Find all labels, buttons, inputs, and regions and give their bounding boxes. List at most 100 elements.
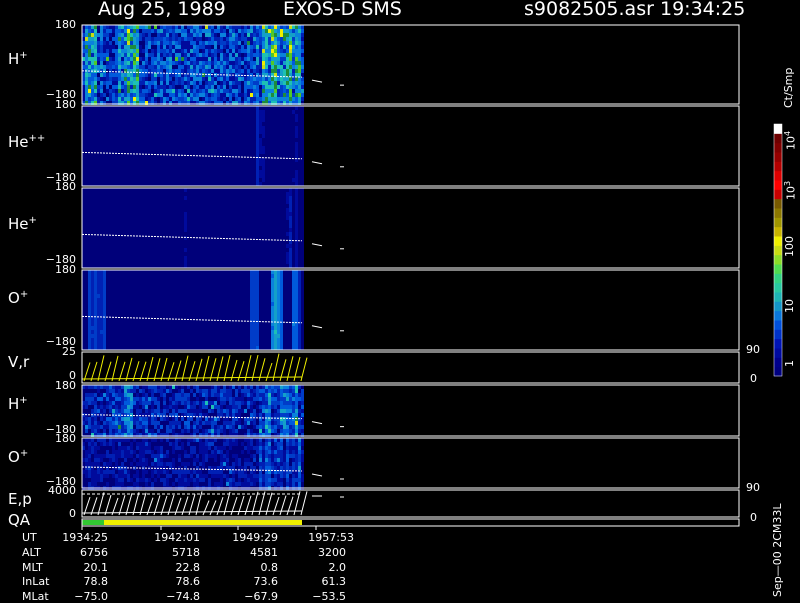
heatmap-cell-he-pp	[184, 154, 187, 158]
heatmap-cell-he-pp	[139, 122, 142, 126]
heatmap-cell-he-pp	[241, 170, 244, 174]
heatmap-cell-h-plus	[289, 89, 292, 93]
heatmap-cell-he-plus	[97, 228, 100, 232]
heatmap-cell-h-plus	[268, 33, 271, 37]
heatmap-cell-he-pp	[187, 174, 190, 178]
heatmap-cell-he-plus	[163, 256, 166, 260]
heatmap-cell-he-plus	[172, 228, 175, 232]
heatmap-cell-he-plus	[211, 208, 214, 212]
heatmap-cell-he-pp	[88, 122, 91, 126]
heatmap-cell-h-plus	[259, 33, 262, 37]
heatmap-cell-h-plus	[136, 89, 139, 93]
heatmap-cell-h-plus	[112, 29, 115, 33]
heatmap-cell-he-plus	[241, 208, 244, 212]
heatmap-cell-o-plus	[154, 322, 157, 326]
heatmap-cell-he-pp	[169, 182, 172, 186]
heatmap-cell-h-plus	[178, 93, 181, 97]
heatmap-cell-he-plus	[169, 260, 172, 264]
heatmap-cell-he-plus	[286, 232, 289, 236]
heatmap-cell-h-plus	[232, 45, 235, 49]
heatmap-cell-he-pp	[205, 114, 208, 118]
heatmap-cell-h-plus	[229, 49, 232, 53]
heatmap-cell-h-plus	[190, 69, 193, 73]
heatmap-cell-he-plus	[88, 220, 91, 224]
heatmap-cell-he-plus	[178, 204, 181, 208]
heatmap-cell-h-plus	[202, 29, 205, 33]
heatmap-cell-h-plus	[145, 33, 148, 37]
heatmap-cell-he-plus	[88, 212, 91, 216]
heatmap-cell-h-plus	[232, 93, 235, 97]
heatmap-cell-o-plus	[112, 274, 115, 278]
heatmap-cell-he-pp	[103, 118, 106, 122]
heatmap-cell-h-plus	[118, 37, 121, 41]
heatmap-cell-h-plus	[124, 93, 127, 97]
heatmap-cell-he-pp	[229, 182, 232, 186]
heatmap-cell-he-pp	[241, 106, 244, 110]
heatmap-cell-h-plus	[181, 25, 184, 29]
heatmap-cell-he-plus	[181, 248, 184, 252]
heatmap-cell-o-plus	[97, 290, 100, 294]
heatmap-cell-h-plus	[97, 25, 100, 29]
heatmap-cell-o-plus	[112, 286, 115, 290]
heatmap-cell-he-pp	[172, 182, 175, 186]
heatmap-cell-he-plus	[190, 232, 193, 236]
heatmap-cell-he-pp	[136, 118, 139, 122]
heatmap-cell-he-plus	[277, 256, 280, 260]
heatmap-cell-he-plus	[163, 224, 166, 228]
heatmap-cell-h-plus	[289, 33, 292, 37]
heatmap-cell-h-plus	[127, 29, 130, 33]
heatmap-cell-he-pp	[241, 130, 244, 134]
heatmap-cell-he-pp	[217, 182, 220, 186]
heatmap-cell-h-plus	[268, 25, 271, 29]
heatmap-cell-he-plus	[262, 256, 265, 260]
heatmap-cell-he-plus	[208, 264, 211, 268]
heatmap-cell-he-pp	[130, 114, 133, 118]
heatmap-cell-h-plus	[199, 53, 202, 57]
heatmap-cell-he-pp	[295, 174, 298, 178]
heatmap-cell-he-pp	[268, 162, 271, 166]
heatmap-cell-h-plus	[202, 53, 205, 57]
heatmap-cell-he-plus	[217, 224, 220, 228]
heatmap-cell-h-plus	[142, 65, 145, 69]
heatmap-cell-he-plus	[94, 192, 97, 196]
heatmap-cell-he-plus	[136, 244, 139, 248]
heatmap-cell-he-pp	[205, 118, 208, 122]
heatmap-cell-h-plus	[202, 57, 205, 61]
heatmap-cell-he-pp	[142, 146, 145, 150]
heatmap-cell-o-plus	[112, 294, 115, 298]
heatmap-cell-he-pp	[88, 162, 91, 166]
heatmap-cell-h-plus	[268, 97, 271, 101]
heatmap-cell-he-pp	[283, 130, 286, 134]
heatmap-cell-he-pp	[301, 166, 304, 170]
heatmap-cell-h-plus	[196, 97, 199, 101]
heatmap-cell-he-pp	[265, 126, 268, 130]
heatmap-cell-h-plus	[178, 65, 181, 69]
heatmap-cell-he-plus	[211, 232, 214, 236]
heatmap-cell-h-plus	[139, 61, 142, 65]
heatmap-cell-h-plus	[118, 49, 121, 53]
heatmap-cell-he-pp	[181, 122, 184, 126]
heatmap-cell-he-plus	[106, 236, 109, 240]
heatmap-cell-h-plus	[181, 85, 184, 89]
heatmap-cell-o-plus	[115, 294, 118, 298]
heatmap-cell-he-pp	[283, 146, 286, 150]
heatmap-cell-he-pp	[238, 158, 241, 162]
heatmap-cell-he-plus	[247, 192, 250, 196]
heatmap-cell-h-plus	[241, 53, 244, 57]
heatmap-cell-he-plus	[169, 208, 172, 212]
heatmap-cell-h-plus	[295, 29, 298, 33]
heatmap-cell-he-pp	[118, 154, 121, 158]
heatmap-cell-he-plus	[115, 252, 118, 256]
heatmap-cell-he-pp	[295, 182, 298, 186]
heatmap-cell-he-plus	[136, 236, 139, 240]
heatmap-cell-h-plus	[121, 77, 124, 81]
heatmap-cell-he-plus	[145, 212, 148, 216]
heatmap-cell-he-pp	[289, 122, 292, 126]
heatmap-cell-he-pp	[88, 166, 91, 170]
heatmap-cell-o-plus	[112, 334, 115, 338]
heatmap-cell-he-pp	[241, 146, 244, 150]
heatmap-cell-h-plus	[211, 77, 214, 81]
heatmap-cell-he-plus	[109, 252, 112, 256]
heatmap-cell-h-plus	[112, 69, 115, 73]
heatmap-cell-h-plus	[109, 85, 112, 89]
